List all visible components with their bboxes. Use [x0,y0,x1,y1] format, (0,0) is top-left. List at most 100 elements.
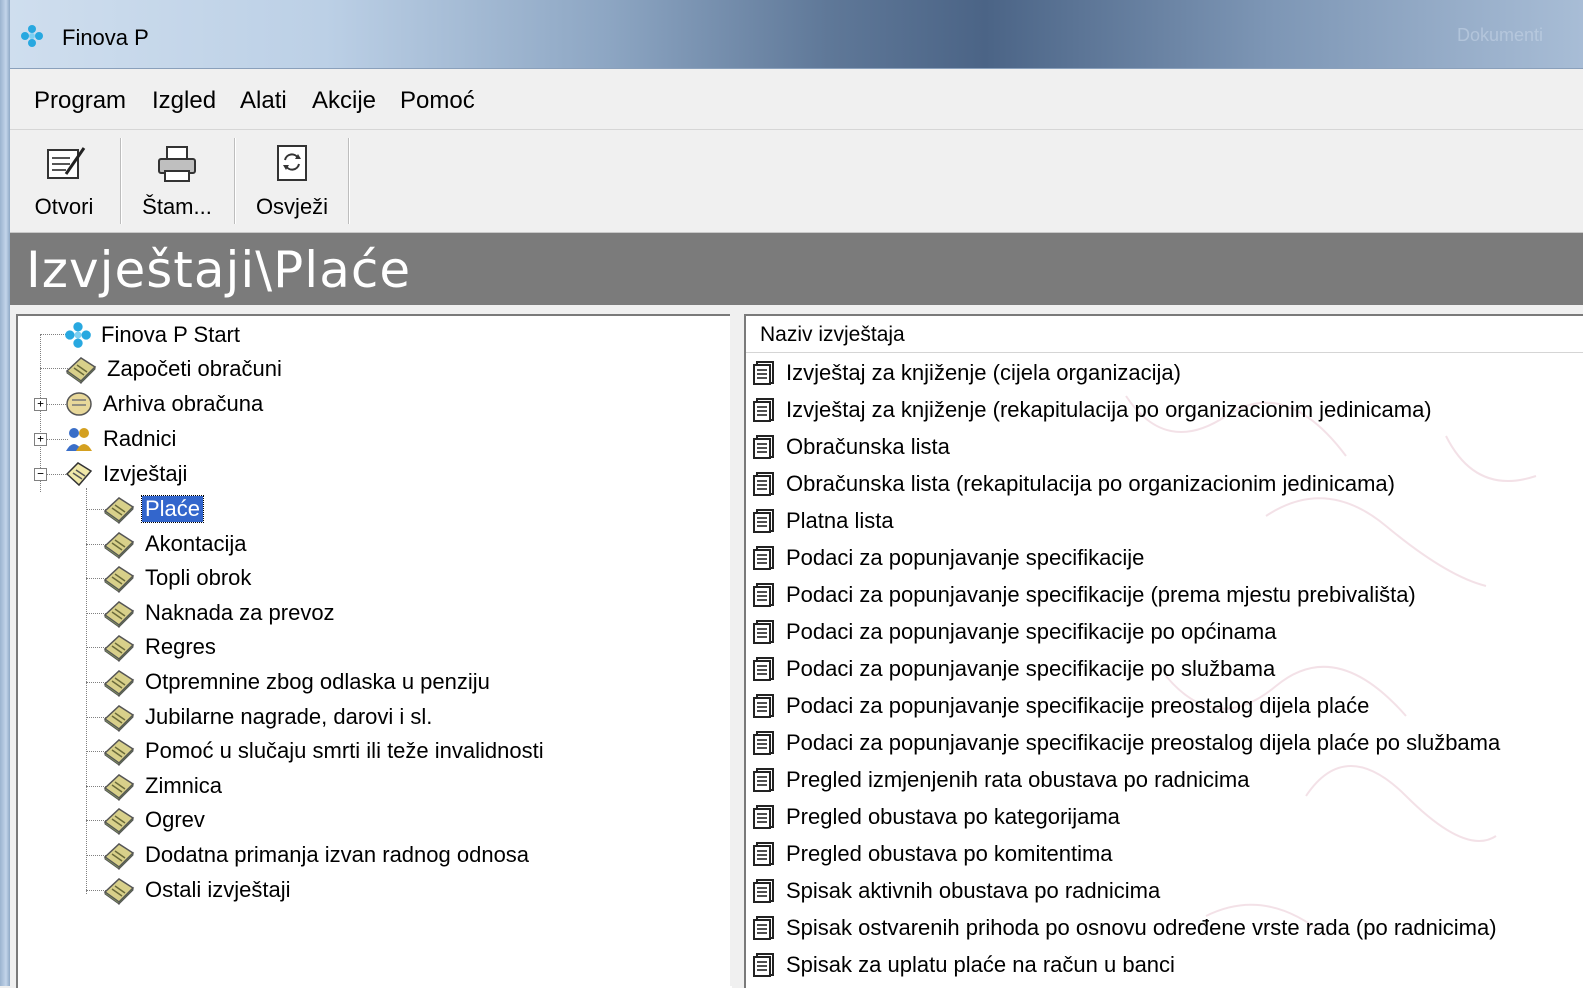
list-item[interactable]: Spisak aktivnih obustava po radnicima [752,872,1582,909]
expand-toggle[interactable]: + [34,433,47,446]
tree-child-item[interactable]: Topli obrok [102,561,254,595]
tree-child-item[interactable]: Dodatna primanja izvan radnog odnosa [102,838,532,872]
tree-item-label: Regres [145,634,216,660]
tree-child-item[interactable]: Otpremnine zbog odlaska u penziju [102,665,493,699]
report-book-icon [103,497,135,524]
column-header-label: Naziv izvještaja [760,323,905,346]
list-item-label: Podaci za popunjavanje specifikacije [786,544,1145,570]
tree-child-item[interactable]: Regres [102,630,219,664]
toolbar: Otvori Štam... Osvježi [10,130,1583,233]
report-document-icon [753,471,774,496]
tree-child-item[interactable]: Pomoć u slučaju smrti ili teže invalidno… [102,734,547,768]
menu-program[interactable]: Program [34,87,126,115]
tree-child-item[interactable]: Zimnica [102,769,225,803]
list-item[interactable]: Podaci za popunjavanje specifikacije pre… [752,724,1582,761]
list-item[interactable]: Izvještaj za knjiženje (cijela organizac… [752,354,1582,391]
list-item-label: Spisak ostvarenih prihoda po osnovu odre… [786,914,1497,940]
list-item-label: Pregled obustava po komitentima [786,840,1113,866]
report-book-icon [103,670,135,697]
list-item[interactable]: Podaci za popunjavanje specifikacije po … [752,613,1582,650]
list-item[interactable]: Spisak za uplatu plaće na račun u banci [752,946,1582,983]
report-document-icon [753,804,774,829]
list-item-label: Izvještaj za knjiženje (rekapitulacija p… [786,396,1432,422]
tree-item-label: Naknada za prevoz [145,599,335,625]
tree-item-label: Zimnica [145,772,223,798]
print-button[interactable]: Štam... [128,136,226,226]
list-item-label: Podaci za popunjavanje specifikacije (pr… [786,581,1416,607]
tree-child-item[interactable]: Plaće [102,492,205,526]
report-document-icon [753,582,774,607]
tree-child-item[interactable]: Ogrev [102,803,208,837]
menu-alati[interactable]: Alati [240,87,287,115]
list-item[interactable]: Podaci za popunjavanje specifikacije pre… [752,687,1582,724]
tree-child-item[interactable]: Ostali izvještaji [102,873,293,907]
toolbar-separator [234,138,236,224]
reports-list[interactable]: Naziv izvještaja Izvještaj za knjiženje … [744,314,1583,988]
list-item[interactable]: Pregled izmjenjenih rata obustava po rad… [752,761,1582,798]
tree-item[interactable]: Radnici [64,422,179,456]
report-document-icon [753,656,774,681]
print-button-label: Štam... [142,194,212,219]
title-bar[interactable]: Finova P Dokumenti [10,0,1583,69]
tree-item[interactable]: Arhiva obračuna [64,387,266,421]
tree-item-label: Radnici [103,426,177,451]
toolbar-separator [348,138,350,224]
menu-bar: Program Izgled Alati Akcije Pomoć [10,69,1583,130]
list-item-label: Podaci za popunjavanje specifikacije pre… [786,692,1370,718]
report-document-icon [753,397,774,422]
tree-item-label: Pomoć u slučaju smrti ili teže invalidno… [145,738,544,764]
list-item[interactable]: Pregled obustava po kategorijama [752,798,1582,835]
people-icon [66,428,92,451]
list-item[interactable]: Izvještaj za knjiženje (rekapitulacija p… [752,391,1582,428]
tree-item-root[interactable]: Finova P Start [64,318,243,352]
report-document-icon [753,545,774,570]
refresh-button[interactable]: Osvježi [244,136,340,226]
tree-item-label: Izvještaji [103,461,188,486]
menu-akcije[interactable]: Akcije [312,87,376,115]
tree-item[interactable]: Započeti obračuni [64,352,285,386]
tree-item-label: Jubilarne nagrade, darovi i sl. [145,703,433,729]
expand-toggle[interactable]: + [34,398,47,411]
report-book-icon [103,843,135,870]
navigation-tree[interactable]: + + − Finova P Start Započeti obračuni Ar… [16,314,732,988]
tree-item-label: Plaće [140,495,205,523]
panel-splitter[interactable] [730,305,744,986]
list-item-label: Obračunska lista [786,433,950,459]
list-item[interactable]: Obračunska lista [752,428,1582,465]
list-item-label: Obračunska lista (rekapitulacija po orga… [786,470,1395,496]
tree-item-label: Otpremnine zbog odlaska u penziju [145,669,490,694]
toolbar-separator [120,138,122,224]
list-item[interactable]: Spisak ostvarenih prihoda po osnovu odre… [752,909,1582,946]
list-item[interactable]: Platna lista [752,502,1582,539]
printer-icon [158,146,196,182]
report-book-icon [103,566,135,594]
book-icon [65,357,97,384]
list-item[interactable]: Podaci za popunjavanje specifikacije [752,539,1582,576]
tree-item-label: Ostali izvještaji [145,876,291,902]
open-document-icon [47,147,86,179]
menu-izgled[interactable]: Izgled [152,87,216,115]
tree-child-item[interactable]: Jubilarne nagrade, darovi i sl. [102,700,435,734]
menu-pomoc[interactable]: Pomoć [400,87,475,115]
open-button[interactable]: Otvori [18,136,110,226]
report-document-icon [753,878,774,903]
list-item[interactable]: Pregled obustava po komitentima [752,835,1582,872]
tree-item-label: Arhiva obračuna [103,391,264,416]
list-item[interactable]: Podaci za popunjavanje specifikacije (pr… [752,576,1582,613]
list-item[interactable]: Obračunska lista (rekapitulacija po orga… [752,465,1582,502]
collapse-toggle[interactable]: − [34,468,47,481]
tree-item[interactable]: Izvještaji [64,457,190,491]
refresh-button-label: Osvježi [255,194,329,219]
report-book-icon [103,600,135,628]
tree-child-item[interactable]: Akontacija [102,527,250,561]
list-item-label: Podaci za popunjavanje specifikacije po … [786,655,1276,681]
section-header: Izvještaji\Plaće [10,233,1583,305]
column-header[interactable]: Naziv izvještaja [746,316,1583,353]
report-book-icon [103,877,135,905]
tree-child-item[interactable]: Naknada za prevoz [102,596,338,630]
report-document-icon [753,915,774,940]
report-document-icon [753,508,774,533]
list-item-label: Platna lista [786,507,894,533]
list-item[interactable]: Podaci za popunjavanje specifikacije po … [752,650,1582,687]
report-document-icon [753,730,774,755]
